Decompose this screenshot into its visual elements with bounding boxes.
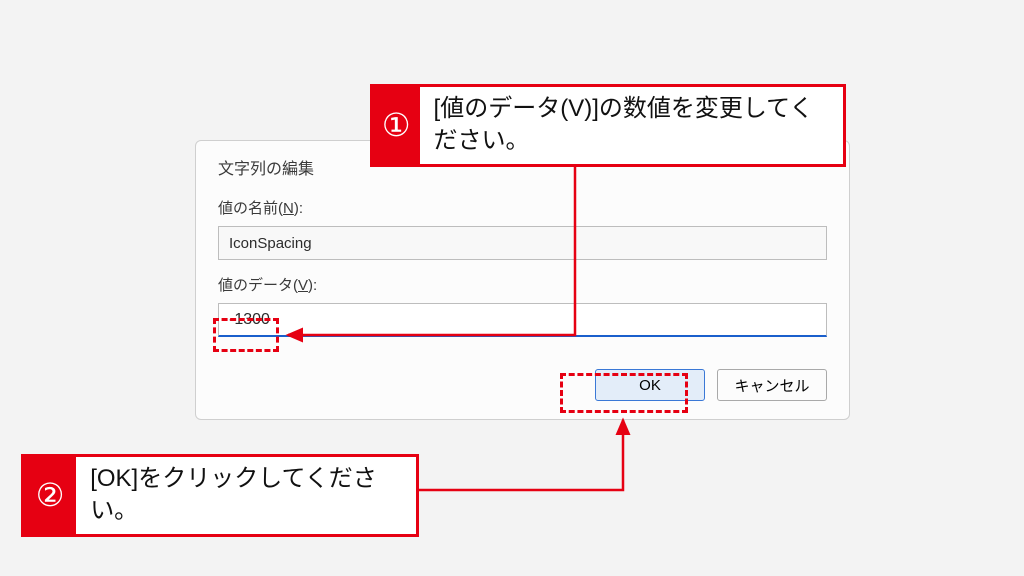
callout-step-1: ① [値のデータ(V)]の数値を変更してください。 bbox=[370, 84, 846, 167]
label-post2: ): bbox=[308, 277, 317, 294]
callout-badge-1: ① bbox=[373, 87, 420, 164]
dialog-button-row: OK キャンセル bbox=[595, 369, 827, 401]
value-data-label: 値のデータ(V): bbox=[218, 274, 827, 295]
label-pre: 値の名前( bbox=[218, 200, 283, 217]
cancel-button[interactable]: キャンセル bbox=[717, 369, 827, 401]
ok-button[interactable]: OK bbox=[595, 369, 705, 401]
label-post: ): bbox=[294, 200, 303, 217]
value-name-input[interactable] bbox=[218, 226, 827, 260]
callout-step-2: ② [OK]をクリックしてください。 bbox=[21, 454, 419, 537]
callout-text-1: [値のデータ(V)]の数値を変更してください。 bbox=[420, 87, 843, 164]
value-name-label: 値の名前(N): bbox=[218, 197, 827, 218]
label-ul: N bbox=[283, 200, 294, 217]
callout-text-2: [OK]をクリックしてください。 bbox=[76, 457, 416, 534]
label-ul2: V bbox=[298, 277, 308, 294]
edit-string-dialog: 文字列の編集 ✕ 値の名前(N): 値のデータ(V): OK キャンセル bbox=[195, 140, 850, 420]
value-data-input[interactable] bbox=[218, 303, 827, 337]
label-pre2: 値のデータ( bbox=[218, 277, 298, 294]
callout-badge-2: ② bbox=[24, 457, 76, 534]
